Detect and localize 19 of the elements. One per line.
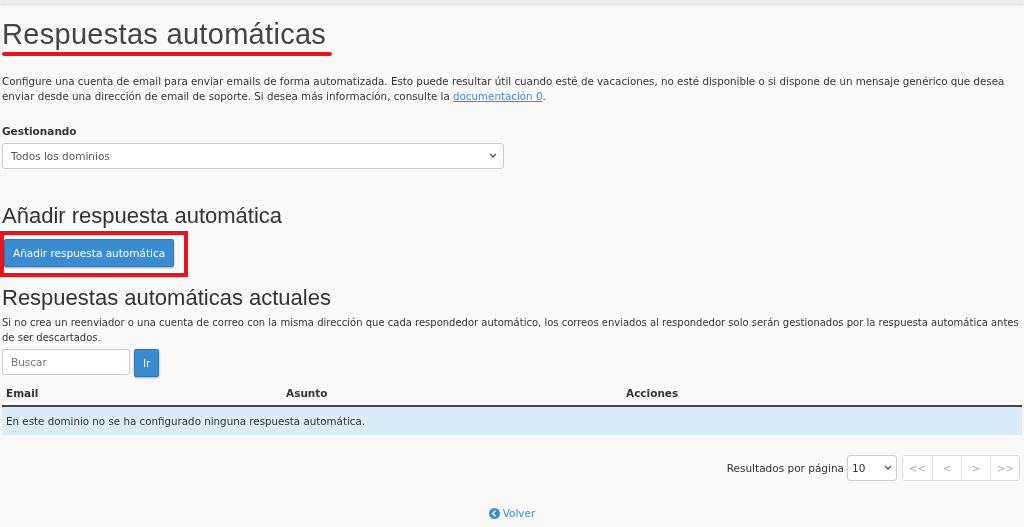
intro-paragraph: Configure una cuenta de email para enviar emails de forma automatizada. Esto puede resultar útil cuando esté de vacaciones, no esté disponible o si dispone de un mensaje genérico que desea enviar desde una dirección de email de soporte. Si desea más información, consulte la documentación 0.: [2, 74, 1006, 104]
section-heading: Añadir respuesta automática: [2, 203, 284, 229]
per-page-select[interactable]: 10: [847, 455, 897, 481]
column-header: Acciones: [626, 387, 680, 399]
chevron-down-icon: [884, 465, 892, 471]
section-heading: Respuestas automáticas actuales: [2, 285, 332, 311]
domain-select[interactable]: Todos los dominios: [2, 143, 504, 169]
per-page-label: Resultados por página: [726, 462, 844, 474]
add-autoresponder-button[interactable]: Añadir respuesta automática: [4, 239, 175, 267]
search-field[interactable]: Buscar: [2, 349, 130, 375]
column-header: Asunto: [286, 387, 329, 399]
page-title: Respuestas automáticas: [2, 18, 327, 51]
info-paragraph: Si no crea un reenviador o una cuenta de correo con la misma dirección que cada respondedor automático, los correos enviados al respondedor solo serán gestionados por la respuesta automática antes de ser descartados.: [2, 316, 1020, 345]
managing-label: Gestionando: [2, 125, 78, 137]
back-link[interactable]: Volver: [488, 507, 536, 519]
chevron-down-icon: [489, 153, 497, 159]
column-header: Email: [6, 387, 40, 399]
go-button[interactable]: Ir: [134, 349, 160, 377]
empty-table-message: En este dominio no se ha configurado ninguna respuesta automática.: [2, 407, 1022, 435]
